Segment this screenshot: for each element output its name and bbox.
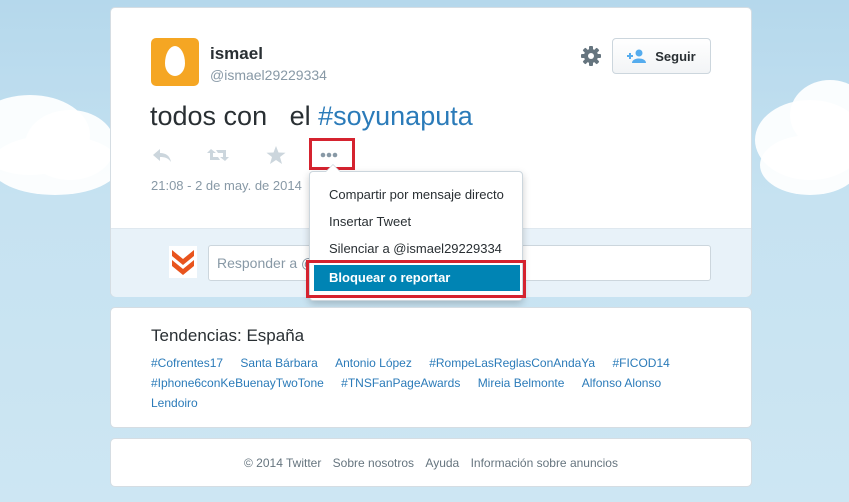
user-screen-name[interactable]: @ismael29229334 [210,67,327,83]
user-fullname[interactable]: ismael [210,44,263,64]
follow-button[interactable]: Seguir [612,38,711,74]
footer-link-help[interactable]: Ayuda [425,456,459,470]
hashtag-link[interactable]: #soyunaputa [318,101,473,131]
cloud [0,135,120,195]
trends-list: #Cofrentes17 Santa Bárbara Antonio López… [151,353,711,413]
trend-link[interactable]: Antonio López [335,353,412,373]
trend-link[interactable]: Santa Bárbara [240,353,317,373]
reply-icon[interactable] [151,145,173,165]
footer-link-about[interactable]: Sobre nosotros [333,456,414,470]
menu-item-share-dm[interactable]: Compartir por mensaje directo [310,184,522,206]
trend-link[interactable]: #RompeLasReglasConAndaYa [429,353,595,373]
gear-icon[interactable] [579,44,603,68]
add-user-icon [627,49,647,63]
trend-link[interactable]: #Cofrentes17 [151,353,223,373]
trend-link[interactable]: #Iphone6conKeBuenayTwoTone [151,373,324,393]
tweet-timestamp[interactable]: 21:08 - 2 de may. de 2014 [151,178,302,193]
trends-title: Tendencias: España [151,326,305,345]
footer-card: © 2014 Twitter Sobre nosotros Ayuda Info… [110,438,752,487]
trend-link[interactable]: Alfonso Alonso [582,373,661,393]
trend-link[interactable]: #FICOD14 [612,353,669,373]
block-report-highlight [306,260,526,298]
footer-links: © 2014 Twitter Sobre nosotros Ayuda Info… [111,456,751,470]
trend-link[interactable]: Mireia Belmonte [478,373,565,393]
trends-card: Tendencias: España #Cofrentes17 Santa Bá… [110,307,752,428]
footer-copyright: © 2014 Twitter [244,456,322,470]
footer-link-ads-info[interactable]: Información sobre anuncios [471,456,618,470]
favorite-star-icon[interactable] [265,145,287,165]
avatar[interactable] [151,38,199,86]
trend-link[interactable]: Lendoiro [151,393,198,413]
trend-link[interactable]: #TNSFanPageAwards [341,373,460,393]
menu-item-embed-tweet[interactable]: Insertar Tweet [310,211,522,233]
tweet-text: todos con el #soyunaputa [150,101,473,132]
retweet-icon[interactable] [206,145,230,165]
user-logo-icon [169,246,197,278]
follow-button-label: Seguir [655,48,696,64]
cloud [760,135,849,195]
tweet-text-plain: todos con el [150,101,319,131]
menu-item-mute-user[interactable]: Silenciar a @ismael29229334 [310,238,522,260]
